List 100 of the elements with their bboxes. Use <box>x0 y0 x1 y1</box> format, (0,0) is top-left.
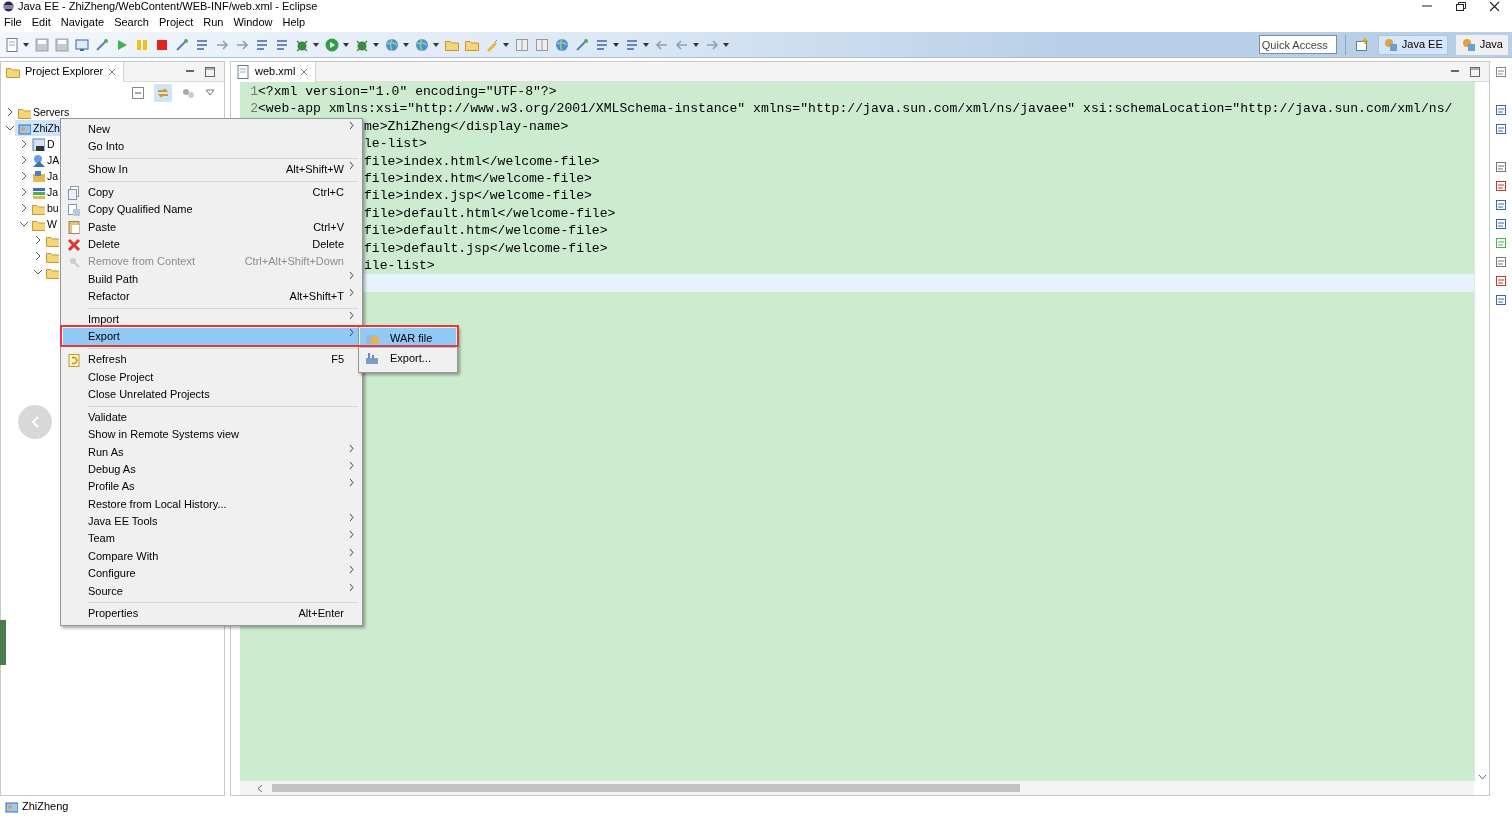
code-line: le-list> <box>364 136 427 152</box>
caret-icon[interactable] <box>372 40 380 49</box>
menu-item[interactable]: Copy Qualified Name <box>63 201 360 219</box>
chevron-right-icon[interactable] <box>19 139 29 149</box>
menu-item[interactable]: Go Into <box>63 138 360 156</box>
caret-icon[interactable] <box>22 40 30 49</box>
menu-item[interactable]: Source <box>63 582 360 601</box>
menu-item[interactable]: Paste Ctrl+V <box>63 218 360 237</box>
chevron-right-icon <box>348 121 355 130</box>
menu-item[interactable]: Team <box>63 530 360 548</box>
menu-item[interactable]: Validate <box>63 408 360 427</box>
tree-item[interactable]: Ja <box>29 168 59 184</box>
outline-icon[interactable] <box>1494 103 1508 117</box>
close-icon[interactable] <box>1489 1 1500 12</box>
caret-icon[interactable] <box>312 40 320 49</box>
caret-icon[interactable] <box>502 40 510 49</box>
perspective-button[interactable]: Java EE <box>1377 34 1448 55</box>
perspective-button[interactable]: Java <box>1455 34 1508 55</box>
open-perspective-icon[interactable] <box>1353 36 1370 53</box>
chevron-right-icon[interactable] <box>19 171 29 181</box>
menu-item[interactable]: Export <box>63 328 360 346</box>
horizontal-scrollbar[interactable] <box>240 781 1474 795</box>
menu-item[interactable]: Export... <box>360 348 456 368</box>
maximize-icon[interactable] <box>204 65 216 78</box>
vertical-scrollbar[interactable] <box>1474 82 1489 781</box>
menu-item[interactable]: Java EE Tools <box>63 513 360 531</box>
menu-item[interactable]: Project <box>159 13 194 31</box>
menu-item[interactable]: Run As <box>63 443 360 461</box>
chevron-down-icon[interactable] <box>5 123 15 133</box>
chevron-right-icon[interactable] <box>5 107 15 117</box>
editor-tab[interactable]: web.xml <box>231 61 317 82</box>
menu-item[interactable]: Import <box>63 311 360 329</box>
menu-item[interactable]: Compare With <box>63 547 360 566</box>
menu-item[interactable]: Configure <box>63 565 360 583</box>
menu-item[interactable]: Refactor Alt+Shift+T <box>63 288 360 306</box>
line-number: 1 <box>249 83 258 101</box>
wand-icon[interactable] <box>174 36 190 53</box>
menu-item[interactable]: File <box>4 13 22 31</box>
menu-item[interactable]: Close Unrelated Projects <box>63 385 360 404</box>
tree-item[interactable]: Ja <box>29 184 59 200</box>
restore-icon[interactable] <box>1455 1 1467 12</box>
menu-item[interactable]: Delete Delete <box>63 236 360 254</box>
menu-item[interactable]: Window <box>233 13 273 31</box>
chevron-right-icon[interactable] <box>19 187 29 197</box>
quick-access-field[interactable]: Quick Access <box>1258 35 1337 54</box>
menu-item[interactable]: Edit <box>31 13 51 31</box>
menu-item[interactable]: Show in Remote Systems view <box>63 426 360 444</box>
menu-item[interactable]: Build Path <box>63 270 360 289</box>
list-icon[interactable] <box>1494 122 1508 136</box>
wand-icon[interactable] <box>574 36 590 53</box>
caret-icon[interactable] <box>612 40 620 49</box>
menu-item[interactable]: Search <box>114 13 149 31</box>
caret-icon[interactable] <box>722 40 730 49</box>
menu-item[interactable]: Debug As <box>63 460 360 479</box>
chevron-down-icon[interactable] <box>1477 773 1487 781</box>
menu-item[interactable]: Profile As <box>63 478 360 496</box>
chevron-right-icon[interactable] <box>19 203 29 213</box>
caret-icon[interactable] <box>692 40 700 49</box>
menu-item[interactable]: Navigate <box>60 13 105 31</box>
tree-item[interactable]: Servers <box>15 104 70 120</box>
monitor-icon[interactable] <box>74 36 90 53</box>
menu-item[interactable]: Run <box>203 13 224 31</box>
tree-item[interactable]: bu <box>29 200 59 216</box>
chevron-right-icon[interactable] <box>33 235 43 245</box>
panel-icon[interactable] <box>1494 160 1508 174</box>
chevron-left-icon[interactable] <box>256 783 264 793</box>
collapse-all-icon[interactable] <box>130 85 146 101</box>
caret-icon[interactable] <box>432 40 440 49</box>
code-line: <?xml version="1.0" encoding="UTF-8"?> <box>258 83 557 101</box>
caret-icon[interactable] <box>402 40 410 49</box>
tree-item[interactable]: D <box>29 136 55 152</box>
tree-item[interactable]: ZhiZh <box>15 120 60 136</box>
view-tab[interactable]: Project Explorer <box>1 61 125 82</box>
menu-item[interactable]: Copy Ctrl+C <box>63 183 360 202</box>
menu-item[interactable]: Refresh F5 <box>63 351 360 369</box>
menu-item[interactable]: New <box>63 121 360 139</box>
globe-icon[interactable] <box>554 36 570 53</box>
panel-icon[interactable] <box>1494 198 1508 212</box>
new-page-icon[interactable] <box>4 36 20 53</box>
chevron-down-icon[interactable] <box>33 267 43 277</box>
chevron-down-icon[interactable] <box>19 219 29 229</box>
menu-item[interactable]: Help <box>282 13 306 31</box>
refresh-icon <box>66 351 82 368</box>
wand-icon[interactable] <box>94 36 110 53</box>
menu-item[interactable]: Properties Alt+Enter <box>63 605 360 623</box>
code-line: file>index.htm</welcome-file> <box>364 170 592 186</box>
caret-icon[interactable] <box>342 40 350 49</box>
caret-icon[interactable] <box>642 40 650 49</box>
menu-item[interactable]: Restore from Local History... <box>63 495 360 514</box>
project-icon <box>4 799 18 813</box>
copy-icon <box>66 202 82 218</box>
tree-item[interactable]: JA <box>29 152 60 168</box>
maximize-icon[interactable] <box>1469 65 1481 78</box>
menu-item[interactable]: WAR file <box>360 328 456 348</box>
chevron-right-icon[interactable] <box>19 155 29 165</box>
menu-item[interactable]: Close Project <box>63 368 360 386</box>
chevron-right-icon[interactable] <box>33 251 43 261</box>
tree-item[interactable]: W <box>29 216 57 232</box>
menu-item[interactable]: Show In Alt+Shift+W <box>63 161 360 179</box>
scroll-thumb[interactable] <box>272 784 1020 792</box>
